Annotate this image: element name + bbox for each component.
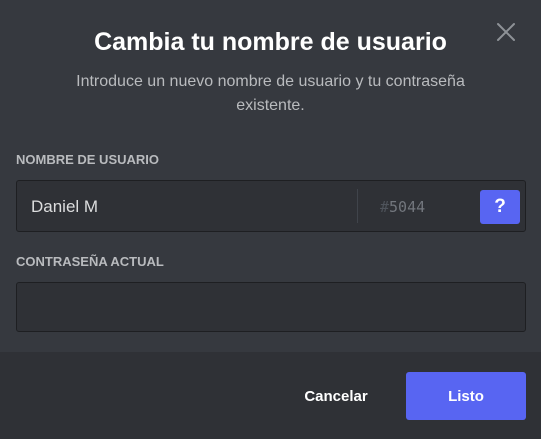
cancel-button[interactable]: Cancelar — [290, 372, 382, 420]
modal-title: Cambia tu nombre de usuario — [94, 28, 447, 56]
modal-footer: Cancelar Listo — [0, 352, 541, 439]
username-field[interactable]: Daniel M #5044 ? — [16, 180, 526, 232]
modal-subtitle: Introduce un nuevo nombre de usuario y t… — [76, 73, 465, 114]
help-button[interactable]: ? — [480, 190, 520, 224]
discriminator-hash: # — [380, 198, 390, 216]
field-divider — [357, 189, 358, 223]
discriminator: #5044 — [380, 196, 425, 218]
done-button[interactable]: Listo — [406, 372, 526, 420]
discriminator-number: 5044 — [389, 198, 426, 216]
password-label: CONTRASEÑA ACTUAL — [16, 254, 164, 269]
username-label: NOMBRE DE USUARIO — [16, 152, 160, 167]
password-input[interactable] — [17, 283, 525, 331]
change-username-modal: Cambia tu nombre de usuario Introduce un… — [0, 0, 541, 439]
username-value[interactable]: Daniel M — [31, 196, 98, 218]
password-field[interactable] — [16, 282, 526, 332]
